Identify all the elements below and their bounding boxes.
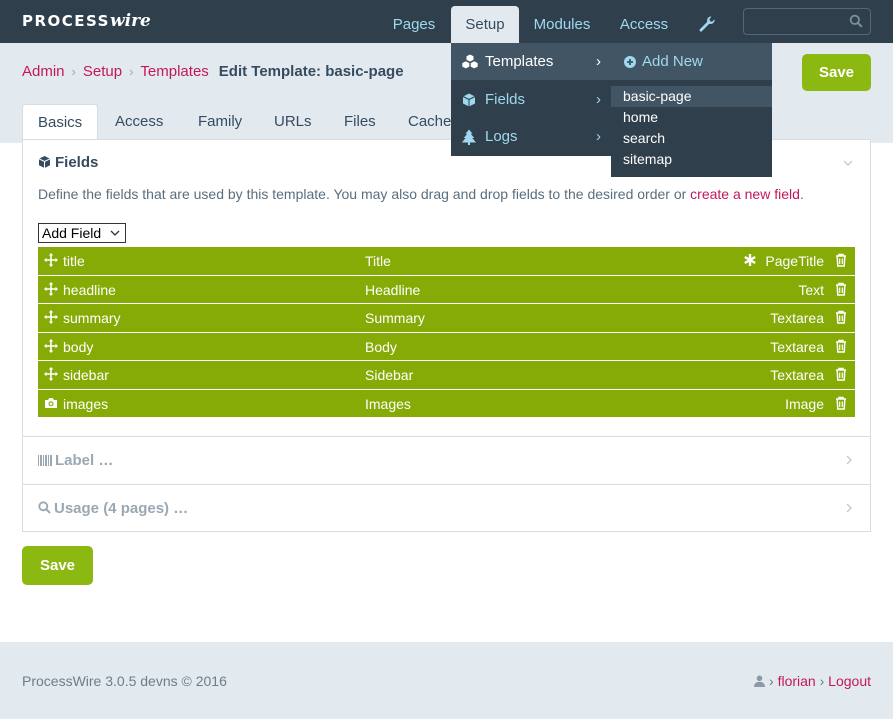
trash-icon[interactable] <box>835 253 847 267</box>
nav-access[interactable]: Access <box>608 6 680 43</box>
footer-copyright: ProcessWire 3.0.5 devns © 2016 <box>22 673 227 689</box>
search-icon[interactable] <box>849 14 863 28</box>
chevron-right-icon <box>846 455 852 465</box>
barcode-icon <box>38 455 52 466</box>
top-bar: PROCESSwire Pages Setup Modules Access <box>0 0 893 43</box>
camera-icon[interactable] <box>44 396 58 410</box>
tab-family[interactable]: Family <box>183 104 257 139</box>
chevron-right-icon <box>846 503 852 513</box>
user-icon <box>754 675 766 687</box>
menu-item-templates[interactable]: Templates › <box>451 43 611 80</box>
field-row-summary[interactable]: summary Summary Textarea <box>38 304 855 333</box>
trash-icon[interactable] <box>835 282 847 296</box>
nav-setup[interactable]: Setup <box>451 6 519 43</box>
cubes-icon <box>462 54 478 69</box>
move-icon[interactable] <box>44 281 58 296</box>
trash-icon[interactable] <box>835 396 847 410</box>
plus-circle-icon <box>624 56 636 68</box>
search-input[interactable] <box>743 8 871 35</box>
field-list: title Title PageTitle headline Headline … <box>38 247 855 418</box>
label-section-title: Label … <box>55 452 114 469</box>
fields-header[interactable]: Fields <box>38 154 98 171</box>
footer: ProcessWire 3.0.5 devns © 2016 › florian… <box>0 642 893 719</box>
tab-basics[interactable]: Basics <box>22 104 99 140</box>
nav-modules[interactable]: Modules <box>523 6 601 43</box>
username-link[interactable]: florian <box>778 673 816 689</box>
move-icon[interactable] <box>44 367 58 381</box>
add-field-select[interactable]: Add Field <box>38 223 126 243</box>
page-title: Edit Template: basic-page <box>218 63 404 80</box>
tree-icon <box>461 129 476 145</box>
save-button-top[interactable]: Save <box>802 54 871 91</box>
asterisk-icon <box>744 254 756 266</box>
trash-icon[interactable] <box>835 339 847 353</box>
submenu-item-search[interactable]: search <box>611 128 772 149</box>
tab-urls[interactable]: URLs <box>259 104 327 139</box>
search-icon <box>38 501 51 514</box>
fields-panel: Fields Define the fields that are used b… <box>22 139 871 532</box>
field-row-title[interactable]: title Title PageTitle <box>38 247 855 276</box>
add-new-template-item[interactable]: Add New <box>611 43 772 80</box>
breadcrumb: Admin › Setup › Templates Edit Template: basi… <box>22 63 404 80</box>
usage-section-title: Usage (4 pages) … <box>54 500 189 517</box>
move-icon[interactable] <box>44 338 58 353</box>
breadcrumb-admin[interactable]: Admin <box>22 63 65 80</box>
create-field-link[interactable]: create a new field <box>690 186 800 202</box>
nav-pages[interactable]: Pages <box>380 6 448 43</box>
processwire-logo[interactable]: PROCESSwire <box>22 11 151 31</box>
cube-icon <box>38 156 51 168</box>
chevron-down-icon <box>110 230 120 236</box>
label-section[interactable]: Label … <box>23 436 870 484</box>
fields-description: Define the fields that are used by this … <box>38 186 804 202</box>
menu-item-logs[interactable]: Logs › <box>451 118 611 155</box>
trash-icon[interactable] <box>835 367 847 381</box>
submenu-item-home[interactable]: home <box>611 107 772 128</box>
breadcrumb-setup[interactable]: Setup <box>83 63 122 80</box>
templates-submenu: Add New basic-page home search sitemap <box>611 43 772 177</box>
move-icon[interactable] <box>44 253 58 267</box>
field-row-body[interactable]: body Body Textarea <box>38 332 855 361</box>
breadcrumb-templates[interactable]: Templates <box>140 63 208 80</box>
submenu-item-sitemap[interactable]: sitemap <box>611 149 772 170</box>
logout-link[interactable]: Logout <box>828 673 871 689</box>
field-row-sidebar[interactable]: sidebar Sidebar Textarea <box>38 361 855 390</box>
tab-access[interactable]: Access <box>100 104 178 139</box>
field-row-images[interactable]: images Images Image <box>38 389 855 418</box>
setup-dropdown-menu: Templates › Fields › Logs › <box>451 43 611 156</box>
menu-item-fields[interactable]: Fields › <box>451 81 611 118</box>
move-icon[interactable] <box>44 310 58 324</box>
wrench-icon[interactable] <box>697 14 717 34</box>
field-row-headline[interactable]: headline Headline Text <box>38 275 855 304</box>
submenu-item-basic-page[interactable]: basic-page <box>611 86 772 107</box>
save-button-bottom[interactable]: Save <box>22 546 93 585</box>
tab-files[interactable]: Files <box>329 104 391 139</box>
cube-icon <box>462 93 476 107</box>
footer-user: › florian › Logout <box>754 673 871 689</box>
chevron-down-icon[interactable] <box>843 160 853 167</box>
trash-icon[interactable] <box>835 310 847 324</box>
usage-section[interactable]: Usage (4 pages) … <box>23 484 870 532</box>
